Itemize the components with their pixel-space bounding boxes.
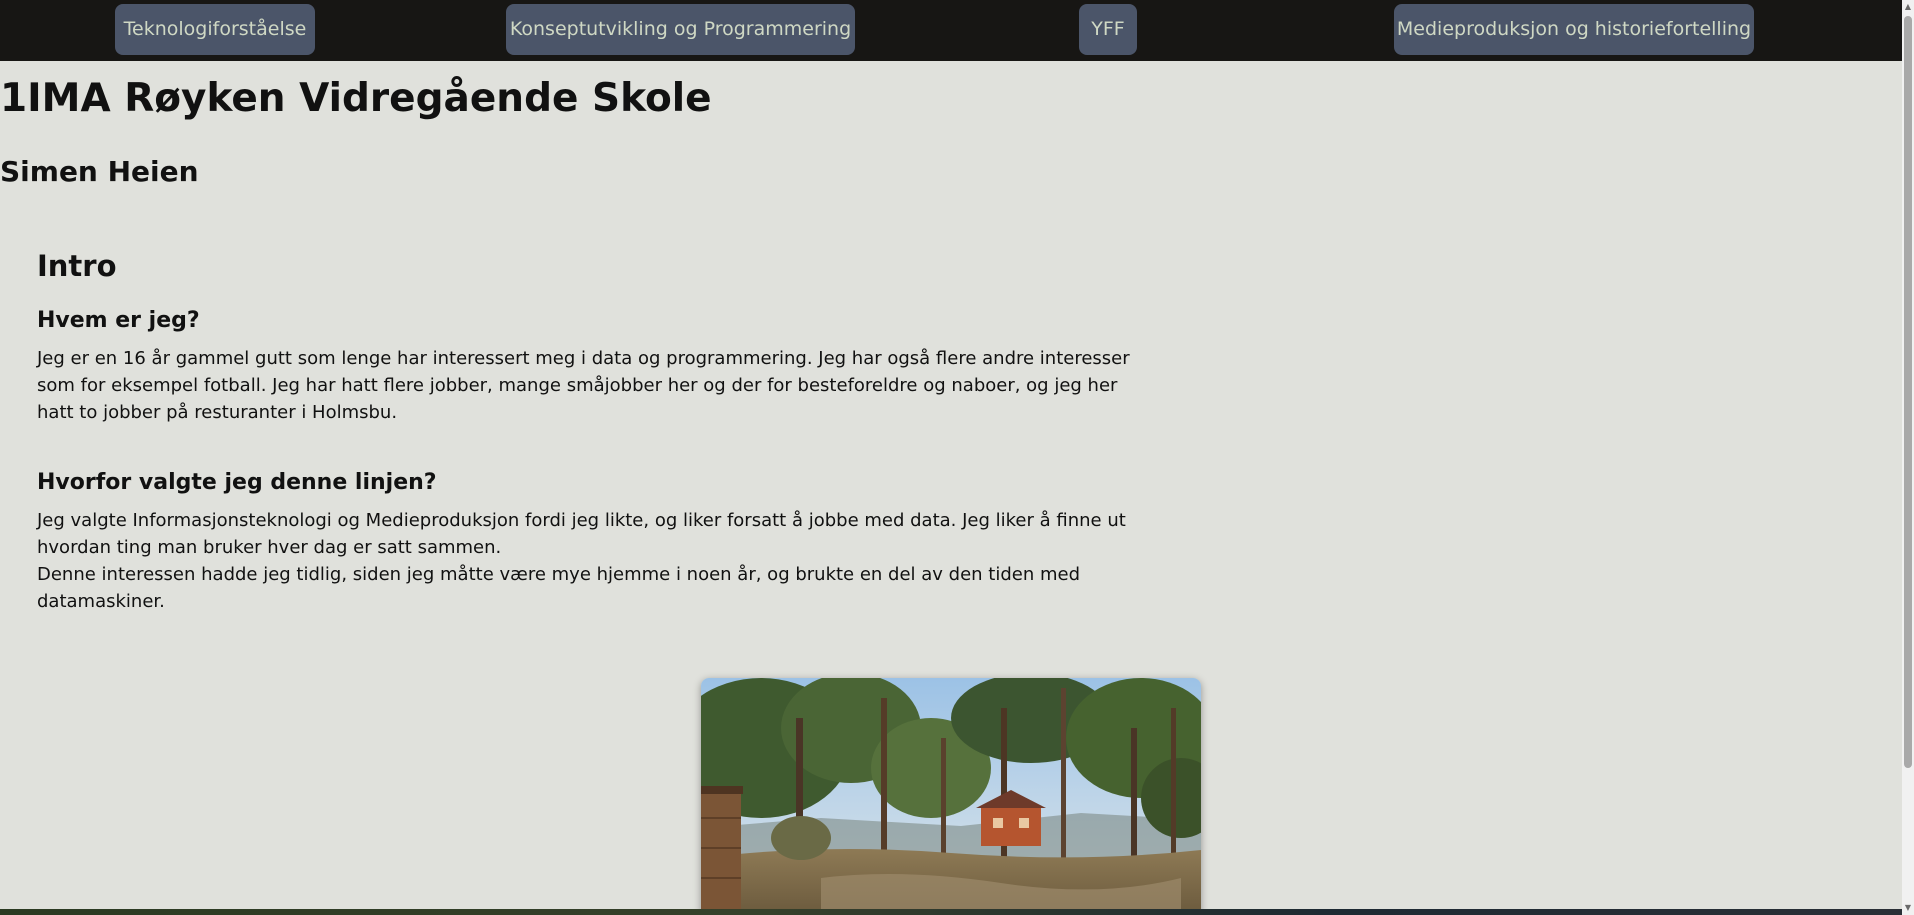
- question-text-why: Jeg valgte Informasjonsteknologi og Medi…: [37, 510, 1126, 558]
- scroll-down-arrow-icon[interactable]: ▼: [1902, 901, 1914, 915]
- nav-button-konseptutvikling[interactable]: Konseptutvikling og Programmering: [506, 4, 855, 55]
- author-name: Simen Heien: [0, 155, 199, 188]
- question-text-who: Jeg er en 16 år gammel gutt som lenge ha…: [37, 348, 1130, 423]
- nav-button-teknologiforstaelse[interactable]: Teknologiforståelse: [115, 4, 315, 55]
- forest-cabin-photo: [701, 678, 1201, 915]
- forest-cabin-photo-drawing: [701, 678, 1201, 915]
- intro-section: Intro Hvem er jeg? Jeg er en 16 år gamme…: [37, 244, 1157, 615]
- question-heading-why: Hvorfor valgte jeg denne linjen?: [37, 470, 437, 495]
- question-heading-who: Hvem er jeg?: [37, 308, 200, 333]
- page: Teknologiforståelse Konseptutvikling og …: [0, 0, 1914, 915]
- nav-button-medieproduksjon[interactable]: Medieproduksjon og historiefortelling: [1394, 4, 1754, 55]
- nav-button-yff[interactable]: YFF: [1079, 4, 1137, 55]
- section-title: Intro: [37, 249, 117, 283]
- scroll-up-arrow-icon[interactable]: ▲: [1902, 0, 1914, 14]
- page-title: 1IMA Røyken Vidregående Skole: [0, 76, 712, 121]
- question-text-why-continued: Denne interessen hadde jeg tidlig, siden…: [37, 564, 1081, 612]
- taskbar-strip: [0, 909, 1902, 915]
- vertical-scrollbar[interactable]: ▲ ▼: [1902, 0, 1914, 915]
- top-navigation: Teknologiforståelse Konseptutvikling og …: [0, 0, 1902, 61]
- scroll-thumb[interactable]: [1904, 16, 1912, 768]
